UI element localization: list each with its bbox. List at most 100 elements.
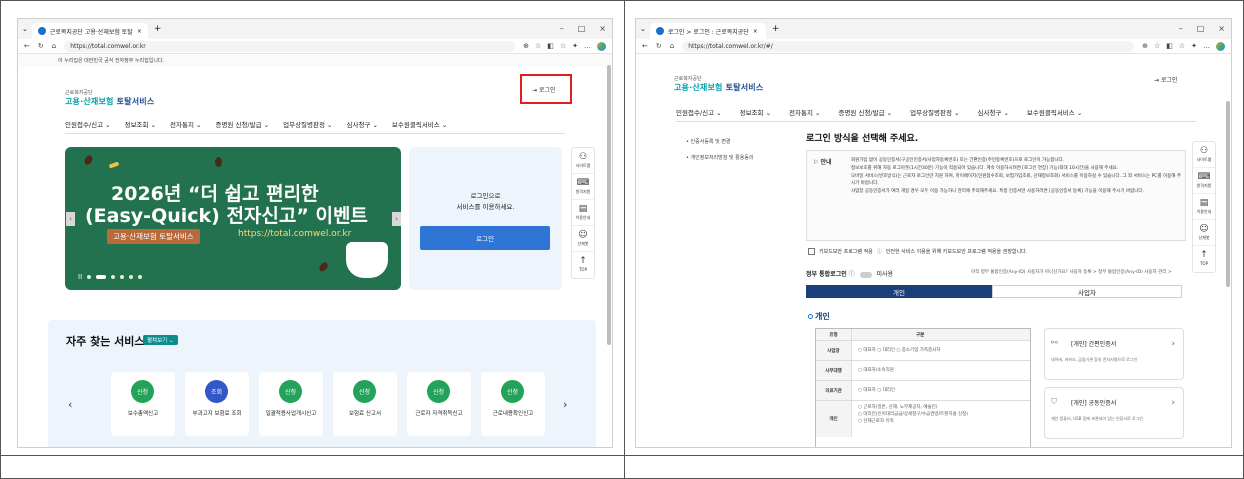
hero-banner[interactable]: 2026년 “더 쉽고 편리한 (Easy-Quick) 전자신고” 이벤트 고…: [65, 147, 401, 290]
chevron-right-icon[interactable]: ›: [563, 398, 567, 411]
service-card[interactable]: 신청 근로내용확인신고: [481, 372, 545, 436]
quick-nav-bot[interactable]: ☺ 산재봇: [572, 226, 594, 252]
tab-menu-icon[interactable]: ⌄: [640, 25, 646, 33]
browser-tab-active[interactable]: 로그인 > 로그인 : 근로복지공단 ×: [649, 23, 766, 39]
service-card[interactable]: 신청 근로자 자격취득신고: [407, 372, 471, 436]
carousel-prev-button[interactable]: ‹: [66, 212, 75, 226]
service-card[interactable]: 신청 보수총액신고: [111, 372, 175, 436]
login-button[interactable]: 로그인: [420, 226, 550, 250]
sidebar-item-privacy[interactable]: • 개인정보처리방침 및 활용동의: [686, 150, 754, 166]
extension-puzzle-icon[interactable]: ✦: [1191, 42, 1197, 50]
nav-item-0[interactable]: 인원접수/신고 ⌄: [65, 119, 111, 129]
nav-item-6[interactable]: 보수원클릭서비스 ⌄: [1027, 107, 1082, 117]
profile-avatar[interactable]: [1216, 41, 1225, 51]
sidebar-item-cert[interactable]: • 인증서등록 및 변경: [686, 134, 754, 150]
home-icon[interactable]: ⌂: [52, 42, 56, 50]
favorite-icon[interactable]: ☆: [1154, 42, 1160, 50]
help-icon[interactable]: ⓘ: [849, 271, 855, 278]
keyboard-security-checkbox[interactable]: [808, 248, 815, 255]
scrollbar[interactable]: [607, 65, 611, 345]
chevron-left-icon[interactable]: ‹: [68, 398, 72, 411]
zoom-icon[interactable]: ⊕: [523, 42, 529, 50]
expand-button[interactable]: 펼쳐보기 ⌄: [143, 335, 178, 345]
carousel-dot[interactable]: [129, 275, 134, 279]
favorite-icon[interactable]: ☆: [535, 42, 541, 50]
quick-nav-bot[interactable]: ☺ 산재봇: [1193, 220, 1215, 246]
carousel-dot-active[interactable]: [96, 275, 107, 279]
scrollbar[interactable]: [1226, 101, 1230, 287]
service-card[interactable]: 조회 부과고지 보험료 조회: [185, 372, 249, 436]
service-card[interactable]: 신청 일괄적용사업개시신고: [259, 372, 323, 436]
joint-cert-card[interactable]: ⛉ [개인] 공동인증서 › 개인 컴퓨터, USB 등에 보관되어 있는 인증…: [1044, 387, 1184, 439]
site-brand[interactable]: 근로복지공단 고용·산재보험 토탈서비스: [65, 89, 154, 107]
carousel-dot[interactable]: [120, 275, 125, 279]
row-header: 사업장: [816, 341, 852, 360]
nav-item-2[interactable]: 전자통지 ⌄: [170, 119, 201, 129]
nav-item-5[interactable]: 심사청구 ⌄: [346, 119, 377, 129]
minimize-icon[interactable]: –: [560, 24, 564, 33]
more-icon[interactable]: …: [1203, 42, 1210, 50]
zoom-icon[interactable]: ⊕: [1142, 42, 1148, 50]
site-brand[interactable]: 근로복지공단 고용·산재보험 토탈서비스: [674, 75, 763, 93]
nav-item-3[interactable]: 증명원 신청/발급 ⌄: [838, 107, 892, 117]
url-field[interactable]: https://total.comwel.or.kr/#/: [682, 40, 1135, 52]
header-login-link[interactable]: ⇥ 로그인: [1154, 75, 1178, 84]
quick-nav-remote[interactable]: ⌨ 원격지원: [572, 174, 594, 200]
quick-nav-guide[interactable]: ▤ 이용안내: [572, 200, 594, 226]
url-field[interactable]: https://total.comwel.or.kr: [64, 40, 516, 52]
refresh-icon[interactable]: ↻: [38, 42, 44, 50]
maximize-icon[interactable]: □: [1197, 24, 1205, 33]
row-options[interactable]: ○ 대표자/소속직원: [858, 367, 894, 374]
nav-item-4[interactable]: 업무상질병판정 ⌄: [283, 119, 332, 129]
service-card[interactable]: 신청 보험료 신고서: [333, 372, 397, 436]
home-icon[interactable]: ⌂: [670, 42, 674, 50]
extension-puzzle-icon[interactable]: ✦: [572, 42, 578, 50]
extensions-icon[interactable]: ◧: [1166, 42, 1173, 50]
simple-cert-card[interactable]: ⚯ [개인] 간편인증서 › 네이버, 카카오, 금융기관 등의 전자서명으로 …: [1044, 328, 1184, 380]
maximize-icon[interactable]: □: [578, 24, 586, 33]
quick-nav-top[interactable]: ↑ TOP: [1193, 246, 1215, 272]
refresh-icon[interactable]: ↻: [656, 42, 662, 50]
quick-nav-sitemap[interactable]: ⚇ 사이트맵: [1193, 142, 1215, 168]
gov-login-links[interactable]: 아직 정부 통합인증(Any-ID) 사용자가 아니신가요? 사용자 등록 > …: [971, 269, 1172, 275]
collections-icon[interactable]: ☆: [560, 42, 566, 50]
gov-login-toggle[interactable]: [859, 271, 872, 278]
tab-menu-icon[interactable]: ⌄: [22, 25, 28, 33]
carousel-next-button[interactable]: ›: [392, 212, 401, 226]
tab-business[interactable]: 사업자: [992, 285, 1182, 298]
close-window-icon[interactable]: ×: [599, 24, 606, 33]
carousel-dot[interactable]: [111, 275, 116, 279]
nav-item-1[interactable]: 정보조회 ⌄: [740, 107, 771, 117]
nav-item-4[interactable]: 업무상질병판정 ⌄: [910, 107, 959, 117]
carousel-dot[interactable]: [138, 275, 143, 279]
back-icon[interactable]: ←: [24, 42, 30, 50]
row-options[interactable]: ○ 대표자 ○ 대리인 ○ 중소기업 가족종사자: [858, 347, 940, 354]
minimize-icon[interactable]: –: [1179, 24, 1183, 33]
new-tab-icon[interactable]: +: [154, 24, 162, 34]
pause-icon[interactable]: II: [78, 273, 82, 281]
nav-item-2[interactable]: 전자통지 ⌄: [789, 107, 820, 117]
carousel-dot[interactable]: [87, 275, 92, 279]
collections-icon[interactable]: ☆: [1179, 42, 1185, 50]
nav-item-6[interactable]: 보수원클릭서비스 ⌄: [392, 119, 447, 129]
close-window-icon[interactable]: ×: [1218, 24, 1225, 33]
extensions-icon[interactable]: ◧: [547, 42, 554, 50]
profile-avatar[interactable]: [597, 41, 606, 51]
tab-personal[interactable]: 개인: [806, 285, 992, 298]
nav-item-5[interactable]: 심사청구 ⌄: [977, 107, 1008, 117]
quick-nav-remote[interactable]: ⌨ 원격지원: [1193, 168, 1215, 194]
nav-item-1[interactable]: 정보조회 ⌄: [125, 119, 156, 129]
browser-tab-active[interactable]: 근로복지공단 고용·산재보험 토탈 ×: [31, 23, 148, 39]
quick-nav-sitemap[interactable]: ⚇ 사이트맵: [572, 148, 594, 174]
more-icon[interactable]: …: [584, 42, 591, 50]
close-tab-icon[interactable]: ×: [137, 28, 142, 35]
back-icon[interactable]: ←: [642, 42, 648, 50]
nav-item-3[interactable]: 증명원 신청/발급 ⌄: [215, 119, 269, 129]
close-tab-icon[interactable]: ×: [753, 28, 758, 35]
new-tab-icon[interactable]: +: [772, 24, 780, 34]
row-options[interactable]: ○ 근로자(일반, 산재, 노무제공자, 예술인) ○ 대리인(인어대리금급/상…: [858, 404, 968, 425]
row-options[interactable]: ○ 대표자 ○ 대리인: [858, 387, 895, 394]
quick-nav-top[interactable]: ↑ TOP: [572, 252, 594, 278]
quick-nav-guide[interactable]: ▤ 이용안내: [1193, 194, 1215, 220]
nav-item-0[interactable]: 민원접수/신고 ⌄: [676, 107, 722, 117]
